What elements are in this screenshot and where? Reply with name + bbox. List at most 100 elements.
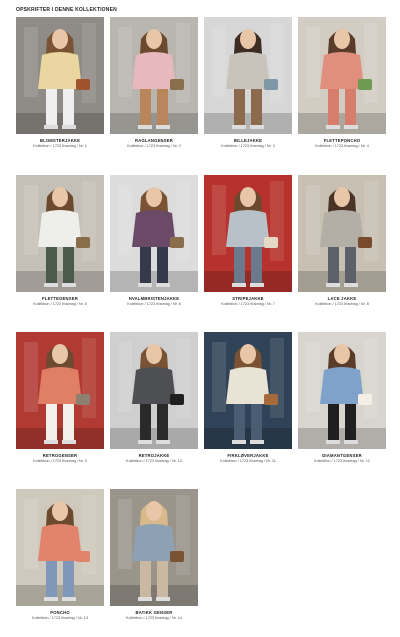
pattern-photo[interactable] (204, 17, 292, 134)
right-leg (345, 247, 356, 285)
top-garment (226, 210, 270, 247)
pattern-photo[interactable] (16, 175, 104, 292)
top-garment (38, 210, 82, 247)
pattern-photo[interactable] (298, 332, 386, 449)
right-leg (157, 247, 168, 285)
pattern-card[interactable]: BLOMSTERJAKKE Kollektion / 1723 Ifosetag … (16, 17, 104, 148)
pattern-card[interactable]: FIRKLØVERJAKKE Kollektion / 1723 Ifosetag… (204, 332, 292, 463)
accessory-shape (76, 237, 90, 248)
pattern-photo[interactable] (16, 17, 104, 134)
pattern-photo[interactable] (110, 489, 198, 606)
left-leg (234, 404, 245, 442)
top-garment (320, 210, 364, 247)
accessory-shape (358, 79, 372, 90)
face-shape (146, 344, 162, 364)
pattern-photo[interactable] (16, 332, 104, 449)
top-garment (132, 367, 176, 404)
pattern-reference: Kollektion / 1723 Ifosetag / Nr. 6 (127, 302, 181, 306)
pattern-name[interactable]: FLETTEPONCHO (298, 138, 386, 143)
left-leg (140, 561, 151, 599)
pattern-photo[interactable] (16, 489, 104, 606)
pattern-name[interactable]: FIRKLØVERJAKKE (204, 453, 292, 458)
face-shape (146, 29, 162, 49)
pattern-reference: Kollektion / 1723 Ifosetag / Nr. 2 (127, 144, 181, 148)
left-leg (234, 247, 245, 285)
top-garment (38, 367, 82, 404)
pattern-card[interactable]: FLETTEGENSER Kollektion / 1723 Ifosetag /… (16, 175, 104, 306)
pattern-name[interactable]: STRIPEJAKKE (204, 296, 292, 301)
pattern-reference: Kollektion / 1723 Ifosetag / Nr. 10 (126, 459, 182, 463)
right-leg (63, 404, 74, 442)
right-leg (251, 89, 262, 127)
top-garment (132, 210, 176, 247)
pattern-photo[interactable] (298, 175, 386, 292)
pattern-name[interactable]: LACE JAKKE (298, 296, 386, 301)
pattern-card[interactable]: RETROGENSER Kollektion / 1723 Ifosetag / … (16, 332, 104, 463)
accessory-shape (76, 551, 90, 562)
pattern-card[interactable]: LACE JAKKE Kollektion / 1723 Ifosetag / N… (298, 175, 386, 306)
pattern-card[interactable]: FLETTEPONCHO Kollektion / 1723 Ifosetag /… (298, 17, 386, 148)
pattern-photo[interactable] (204, 332, 292, 449)
pattern-photo[interactable] (298, 17, 386, 134)
pattern-reference: Kollektion / 1723 Ifosetag / Nr. 12 (314, 459, 370, 463)
accessory-shape (170, 394, 184, 405)
pattern-photo[interactable] (204, 175, 292, 292)
right-leg (157, 561, 168, 599)
pattern-name[interactable]: BLOMSTERJAKKE (16, 138, 104, 143)
top-garment (226, 52, 270, 89)
accessory-shape (76, 394, 90, 405)
right-leg (345, 89, 356, 127)
accessory-shape (358, 237, 372, 248)
pattern-photo[interactable] (110, 17, 198, 134)
accessory-shape (264, 79, 278, 90)
pattern-card[interactable]: DIAMANTGENSER Kollektion / 1723 Ifosetag … (298, 332, 386, 463)
pattern-card[interactable]: BATIKK GENSER Kollektion / 1723 Ifosetag … (110, 489, 198, 620)
pattern-name[interactable]: HVALMBRISTENJAKKE (110, 296, 198, 301)
pattern-name[interactable]: BATIKK GENSER (110, 610, 198, 615)
left-leg (328, 89, 339, 127)
top-garment (132, 52, 176, 89)
pattern-card[interactable]: HVALMBRISTENJAKKE Kollektion / 1723 Ifose… (110, 175, 198, 306)
pattern-name[interactable]: FLETTEGENSER (16, 296, 104, 301)
top-garment (320, 52, 364, 89)
top-garment (38, 524, 82, 561)
pattern-card[interactable]: RAGLANGENSER Kollektion / 1723 Ifosetag /… (110, 17, 198, 148)
accessory-shape (170, 79, 184, 90)
pattern-reference: Kollektion / 1723 Ifosetag / Nr. 8 (315, 302, 369, 306)
pattern-name[interactable]: DIAMANTGENSER (298, 453, 386, 458)
face-shape (240, 187, 256, 207)
pattern-name[interactable]: RETROGENSER (16, 453, 104, 458)
left-leg (140, 89, 151, 127)
left-leg (46, 247, 57, 285)
pattern-reference: Kollektion / 1723 Ifosetag / Nr. 11 (220, 459, 276, 463)
pattern-reference: Kollektion / 1723 Ifosetag / Nr. 7 (221, 302, 275, 306)
pattern-name[interactable]: RAGLANGENSER (110, 138, 198, 143)
left-leg (234, 89, 245, 127)
accessory-shape (264, 394, 278, 405)
accessory-shape (358, 394, 372, 405)
pattern-card[interactable]: STRIPEJAKKE Kollektion / 1723 Ifosetag / … (204, 175, 292, 306)
right-leg (63, 247, 74, 285)
pattern-photo[interactable] (110, 175, 198, 292)
face-shape (52, 29, 68, 49)
pattern-name[interactable]: RETROJAKKE (110, 453, 198, 458)
accessory-shape (264, 237, 278, 248)
pattern-name[interactable]: BILLEJAKKE (204, 138, 292, 143)
left-leg (46, 89, 57, 127)
pattern-card[interactable]: PONCHO Kollektion / 1723 Ifosetag / Nr. 1… (16, 489, 104, 620)
pattern-reference: Kollektion / 1723 Ifosetag / Nr. 13 (32, 616, 88, 620)
pattern-card[interactable]: BILLEJAKKE Kollektion / 1723 Ifosetag / N… (204, 17, 292, 148)
pattern-reference: Kollektion / 1723 Ifosetag / Nr. 1 (33, 144, 87, 148)
pattern-reference: Kollektion / 1723 Ifosetag / Nr. 4 (315, 144, 369, 148)
right-leg (63, 89, 74, 127)
pattern-card[interactable]: RETROJAKKE Kollektion / 1723 Ifosetag / N… (110, 332, 198, 463)
face-shape (52, 501, 68, 521)
face-shape (52, 187, 68, 207)
accessory-shape (76, 79, 90, 90)
pattern-photo[interactable] (110, 332, 198, 449)
face-shape (146, 187, 162, 207)
pattern-name[interactable]: PONCHO (16, 610, 104, 615)
face-shape (334, 344, 350, 364)
left-leg (140, 404, 151, 442)
pattern-reference: Kollektion / 1723 Ifosetag / Nr. 9 (33, 459, 87, 463)
